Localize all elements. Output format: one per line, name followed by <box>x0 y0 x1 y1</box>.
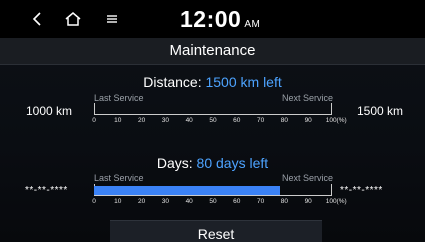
distance-scale-tick-label: 0 <box>92 117 96 124</box>
clock-time: 12:00 <box>180 6 242 32</box>
distance-heading-value: 1500 km left <box>205 74 282 90</box>
page-title: Maintenance <box>169 42 256 59</box>
distance-last-service-label: Last Service <box>94 93 144 103</box>
distance-scale-tick-label: 90 <box>304 117 312 124</box>
distance-bar-frame <box>94 103 332 115</box>
title-bar: Maintenance <box>0 38 425 65</box>
menu-icon <box>107 15 117 23</box>
status-bar: 12:00 AM <box>0 0 425 38</box>
maintenance-screen: 12:00 AM Maintenance Distance: 1500 km le… <box>0 0 425 242</box>
chevron-left-icon <box>32 12 41 26</box>
days-scale-tick-label: 20 <box>137 198 146 205</box>
days-scale-tick-label: 70 <box>256 198 265 205</box>
days-scale-tick-label: 40 <box>185 198 193 205</box>
days-next-service-label: Next Service <box>282 173 334 183</box>
days-heading-label: Days: <box>156 155 193 171</box>
distance-heading-label: Distance: <box>143 74 202 90</box>
distance-scale-tick-label: 40 <box>185 117 193 124</box>
days-scale-tick-label: 50 <box>209 198 217 205</box>
distance-progress-bar <box>94 103 332 115</box>
days-last-service-date: **-**-**** <box>25 185 68 196</box>
back-button[interactable] <box>26 8 48 30</box>
home-icon <box>65 12 81 26</box>
distance-scale-tick-label: 30 <box>161 117 170 124</box>
distance-scale-tick-label: 10 <box>114 117 122 124</box>
distance-scale-tick-label: 50 <box>209 117 217 124</box>
distance-heading: Distance: 1500 km left <box>0 74 425 90</box>
distance-right-value: 1500 km <box>357 104 404 118</box>
days-last-service-label: Last Service <box>94 173 144 183</box>
days-scale-tick-label: 30 <box>161 198 170 205</box>
days-scale-tick-label: 0 <box>92 198 96 205</box>
clock-ampm: AM <box>244 19 261 30</box>
distance-scale-tick-label: 70 <box>256 117 265 124</box>
distance-scale-tick-label: 20 <box>137 117 146 124</box>
home-button[interactable] <box>62 8 84 30</box>
days-progress-fill <box>94 186 280 195</box>
reset-button[interactable]: Reset <box>110 220 322 242</box>
days-scale-tick-label: 90 <box>304 198 312 205</box>
distance-scale-tick-label: 100(%) <box>325 117 347 124</box>
days-scale: 0 10 20 30 40 50 60 70 80 90 100(%) <box>92 198 346 208</box>
days-heading: Days: 80 days left <box>0 155 425 171</box>
days-scale-tick-label: 100(%) <box>325 198 347 205</box>
distance-scale: 0 10 20 30 40 50 60 70 80 90 100(%) <box>92 117 346 127</box>
distance-left-value: 1000 km <box>26 104 73 118</box>
days-scale-tick-label: 10 <box>114 198 122 205</box>
menu-button[interactable] <box>101 8 123 30</box>
days-progress-bar <box>94 184 332 196</box>
distance-next-service-label: Next Service <box>282 93 334 103</box>
clock: 12:00 AM <box>180 6 260 33</box>
days-next-service-date: **-**-**** <box>340 185 383 196</box>
distance-scale-tick-label: 60 <box>233 117 241 124</box>
days-scale-tick-label: 60 <box>233 198 241 205</box>
days-heading-value: 80 days left <box>196 155 269 171</box>
distance-scale-tick-label: 80 <box>280 117 289 124</box>
days-scale-tick-label: 80 <box>280 198 289 205</box>
